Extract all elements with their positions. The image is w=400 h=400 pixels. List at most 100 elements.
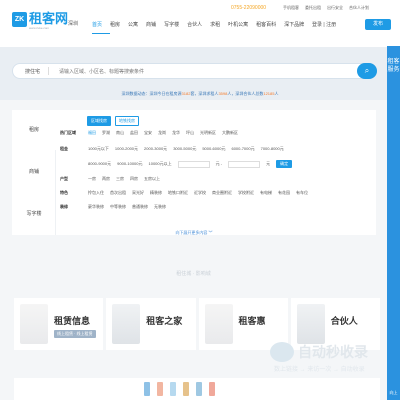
filter-option[interactable]: 光明新区 [200, 130, 216, 136]
filter-option[interactable]: 福田 [88, 130, 96, 136]
nav-wiki[interactable]: 租客百科 [252, 20, 280, 30]
link-safety[interactable]: 出行安全 [327, 5, 343, 11]
filter-option[interactable]: 有电梯 [260, 190, 272, 196]
search-bar: 搜住宅 ⌕ [12, 63, 377, 79]
filter-option[interactable]: 7000-8000元 [261, 146, 284, 152]
search-icon[interactable]: ⌕ [357, 63, 377, 79]
data-ticker: 深圳数据动态：深圳今日在租房源3182套，深圳求租人3598人，深圳合伙人总数1… [0, 87, 400, 101]
login-register[interactable]: 登录 | 注册 [312, 21, 336, 28]
ticker-mid1: 套，深圳求租人 [190, 91, 219, 96]
link-entrust[interactable]: 委托出租 [305, 5, 321, 11]
filter-option[interactable]: 有花园 [278, 190, 290, 196]
card-title: 合伙人 [330, 316, 358, 326]
filter-tabs: 租房 商铺 写字楼 [12, 110, 56, 235]
back-to-top-button[interactable]: 向上 [387, 390, 400, 396]
side-float-bar[interactable]: 租客服务 向上 [387, 46, 400, 400]
subtab-metro[interactable]: 地铁找房 [115, 116, 139, 126]
filter-option[interactable]: 8000-9000元 [88, 161, 111, 167]
subtab-area[interactable]: 区域找房 [87, 116, 111, 126]
filter-option[interactable]: 两房 [102, 176, 110, 182]
filter-option[interactable]: 宝安 [144, 130, 152, 136]
filter-row-rent-2: 8000-9000元 9000-10000元 10000元以上 元 - 元 确定 [60, 160, 293, 168]
filter-row-feature: 特色 拎包入住 首次出租 采光好 精装修 地铁口附近 近学校 商业圈附近 学校附… [60, 190, 308, 196]
city-selector[interactable]: ●深圳 [64, 20, 78, 27]
logo-name: 租客网 [29, 11, 69, 26]
filter-option[interactable]: 地铁口附近 [168, 190, 188, 196]
filter-option[interactable]: 首次出租 [110, 190, 126, 196]
filter-row-layout: 户型 一房 两房 三房 四房 五房以上 [60, 176, 160, 182]
filter-option[interactable]: 大鹏新区 [222, 130, 238, 136]
nav-partner[interactable]: 合伙人 [183, 20, 206, 30]
filter-option[interactable]: 学校附近 [238, 190, 254, 196]
search-divider [48, 67, 49, 75]
filter-label: 户型 [60, 176, 68, 181]
filter-option[interactable]: 龙华 [172, 130, 180, 136]
nav-office[interactable]: 写字楼 [160, 20, 183, 30]
filter-option[interactable]: 中等装修 [110, 204, 126, 210]
filter-option[interactable]: 3000-5000元 [173, 146, 196, 152]
filter-label: 特色 [60, 190, 68, 195]
link-partner-plan[interactable]: 合伙人计划 [349, 5, 369, 11]
filter-option[interactable]: 近学校 [194, 190, 206, 196]
filter-tab-rent[interactable]: 租房 [12, 110, 56, 150]
nav-home[interactable]: 首页 [88, 20, 106, 30]
decor-icon [144, 382, 150, 396]
filter-subtabs: 区域找房 地铁找房 [87, 116, 139, 126]
filter-option[interactable]: 商业圈附近 [212, 190, 232, 196]
filter-option[interactable]: 坪山 [186, 130, 194, 136]
expand-more-link[interactable]: 向下展开更多内容 ︾ [12, 230, 376, 236]
publish-button[interactable]: 发布 [365, 19, 391, 30]
filter-option[interactable]: 无装修 [154, 204, 166, 210]
filter-option[interactable]: 盐田 [130, 130, 138, 136]
filter-option[interactable]: 5000-6000元 [202, 146, 225, 152]
filter-option[interactable]: 豪华装修 [88, 204, 104, 210]
rent-confirm-button[interactable]: 确定 [276, 160, 293, 168]
icon-strip-items [144, 382, 215, 396]
rent-min-input[interactable] [177, 160, 210, 168]
filter-option[interactable]: 四房 [130, 176, 138, 182]
search-type[interactable]: 搜住宅 [25, 68, 40, 75]
filter-option[interactable]: 9000-10000元 [117, 161, 142, 167]
filter-option[interactable]: 五房以上 [144, 176, 160, 182]
card-renter-home[interactable]: 租客之家 [106, 298, 196, 350]
search-input[interactable] [59, 67, 329, 76]
logo[interactable]: ZK 租客网 www.zuke.com [12, 11, 72, 31]
watermark-text: 自动秒收录 [298, 344, 368, 360]
nav-rent[interactable]: 租房 [106, 20, 124, 30]
filter-option[interactable]: 1000-2000元 [115, 146, 138, 152]
filter-option[interactable]: 6000-7000元 [231, 146, 254, 152]
filter-option[interactable]: 南山 [116, 130, 124, 136]
filter-tab-office[interactable]: 写字楼 [12, 194, 56, 234]
link-mobile[interactable]: 手机租客 [283, 5, 299, 11]
ticker-count-seekers: 3598 [218, 91, 228, 96]
nav-shop[interactable]: 商铺 [142, 20, 160, 30]
filter-option[interactable]: 1000元以下 [88, 146, 109, 152]
filter-option[interactable]: 精装修 [150, 190, 162, 196]
nav-brand[interactable]: 深下品牌 [280, 20, 308, 30]
nav-apartment-2[interactable]: 叶机公寓 [224, 20, 252, 30]
decor-icon [183, 382, 189, 396]
filter-label: 热门区域 [60, 130, 76, 135]
filter-option[interactable]: 有车位 [296, 190, 308, 196]
card-tag: 线上租赁 · 线上租赁 [54, 330, 96, 338]
card-rental-info[interactable]: 租赁信息 线上租赁 · 线上租赁 [14, 298, 104, 350]
filter-option[interactable]: 拎包入住 [88, 190, 104, 196]
filter-option[interactable]: 一房 [88, 176, 96, 182]
card-image [20, 304, 48, 344]
card-title: 租客惠 [238, 316, 266, 326]
filter-option[interactable]: 2000-3000元 [144, 146, 167, 152]
filter-option[interactable]: 三房 [116, 176, 124, 182]
decor-icon [196, 382, 202, 396]
filter-panel: 租房 商铺 写字楼 区域找房 地铁找房 热门区域 福田 罗湖 南山 盐田 宝安 … [12, 110, 376, 235]
filter-option[interactable]: 10000元以上 [149, 161, 172, 167]
rent-max-input[interactable] [228, 160, 261, 168]
nav-apartment[interactable]: 公寓 [124, 20, 142, 30]
nav-seek-rent[interactable]: 求租 [206, 20, 224, 30]
filter-option[interactable]: 龙岗 [158, 130, 166, 136]
filter-option[interactable]: 采光好 [132, 190, 144, 196]
filter-option[interactable]: 罗湖 [102, 130, 110, 136]
filter-label: 装修 [60, 204, 68, 209]
filter-option[interactable]: 普通装修 [132, 204, 148, 210]
filter-tab-shop[interactable]: 商铺 [12, 152, 56, 192]
ticker-prefix: 深圳数据动态：深圳今日在租房源 [121, 91, 182, 96]
